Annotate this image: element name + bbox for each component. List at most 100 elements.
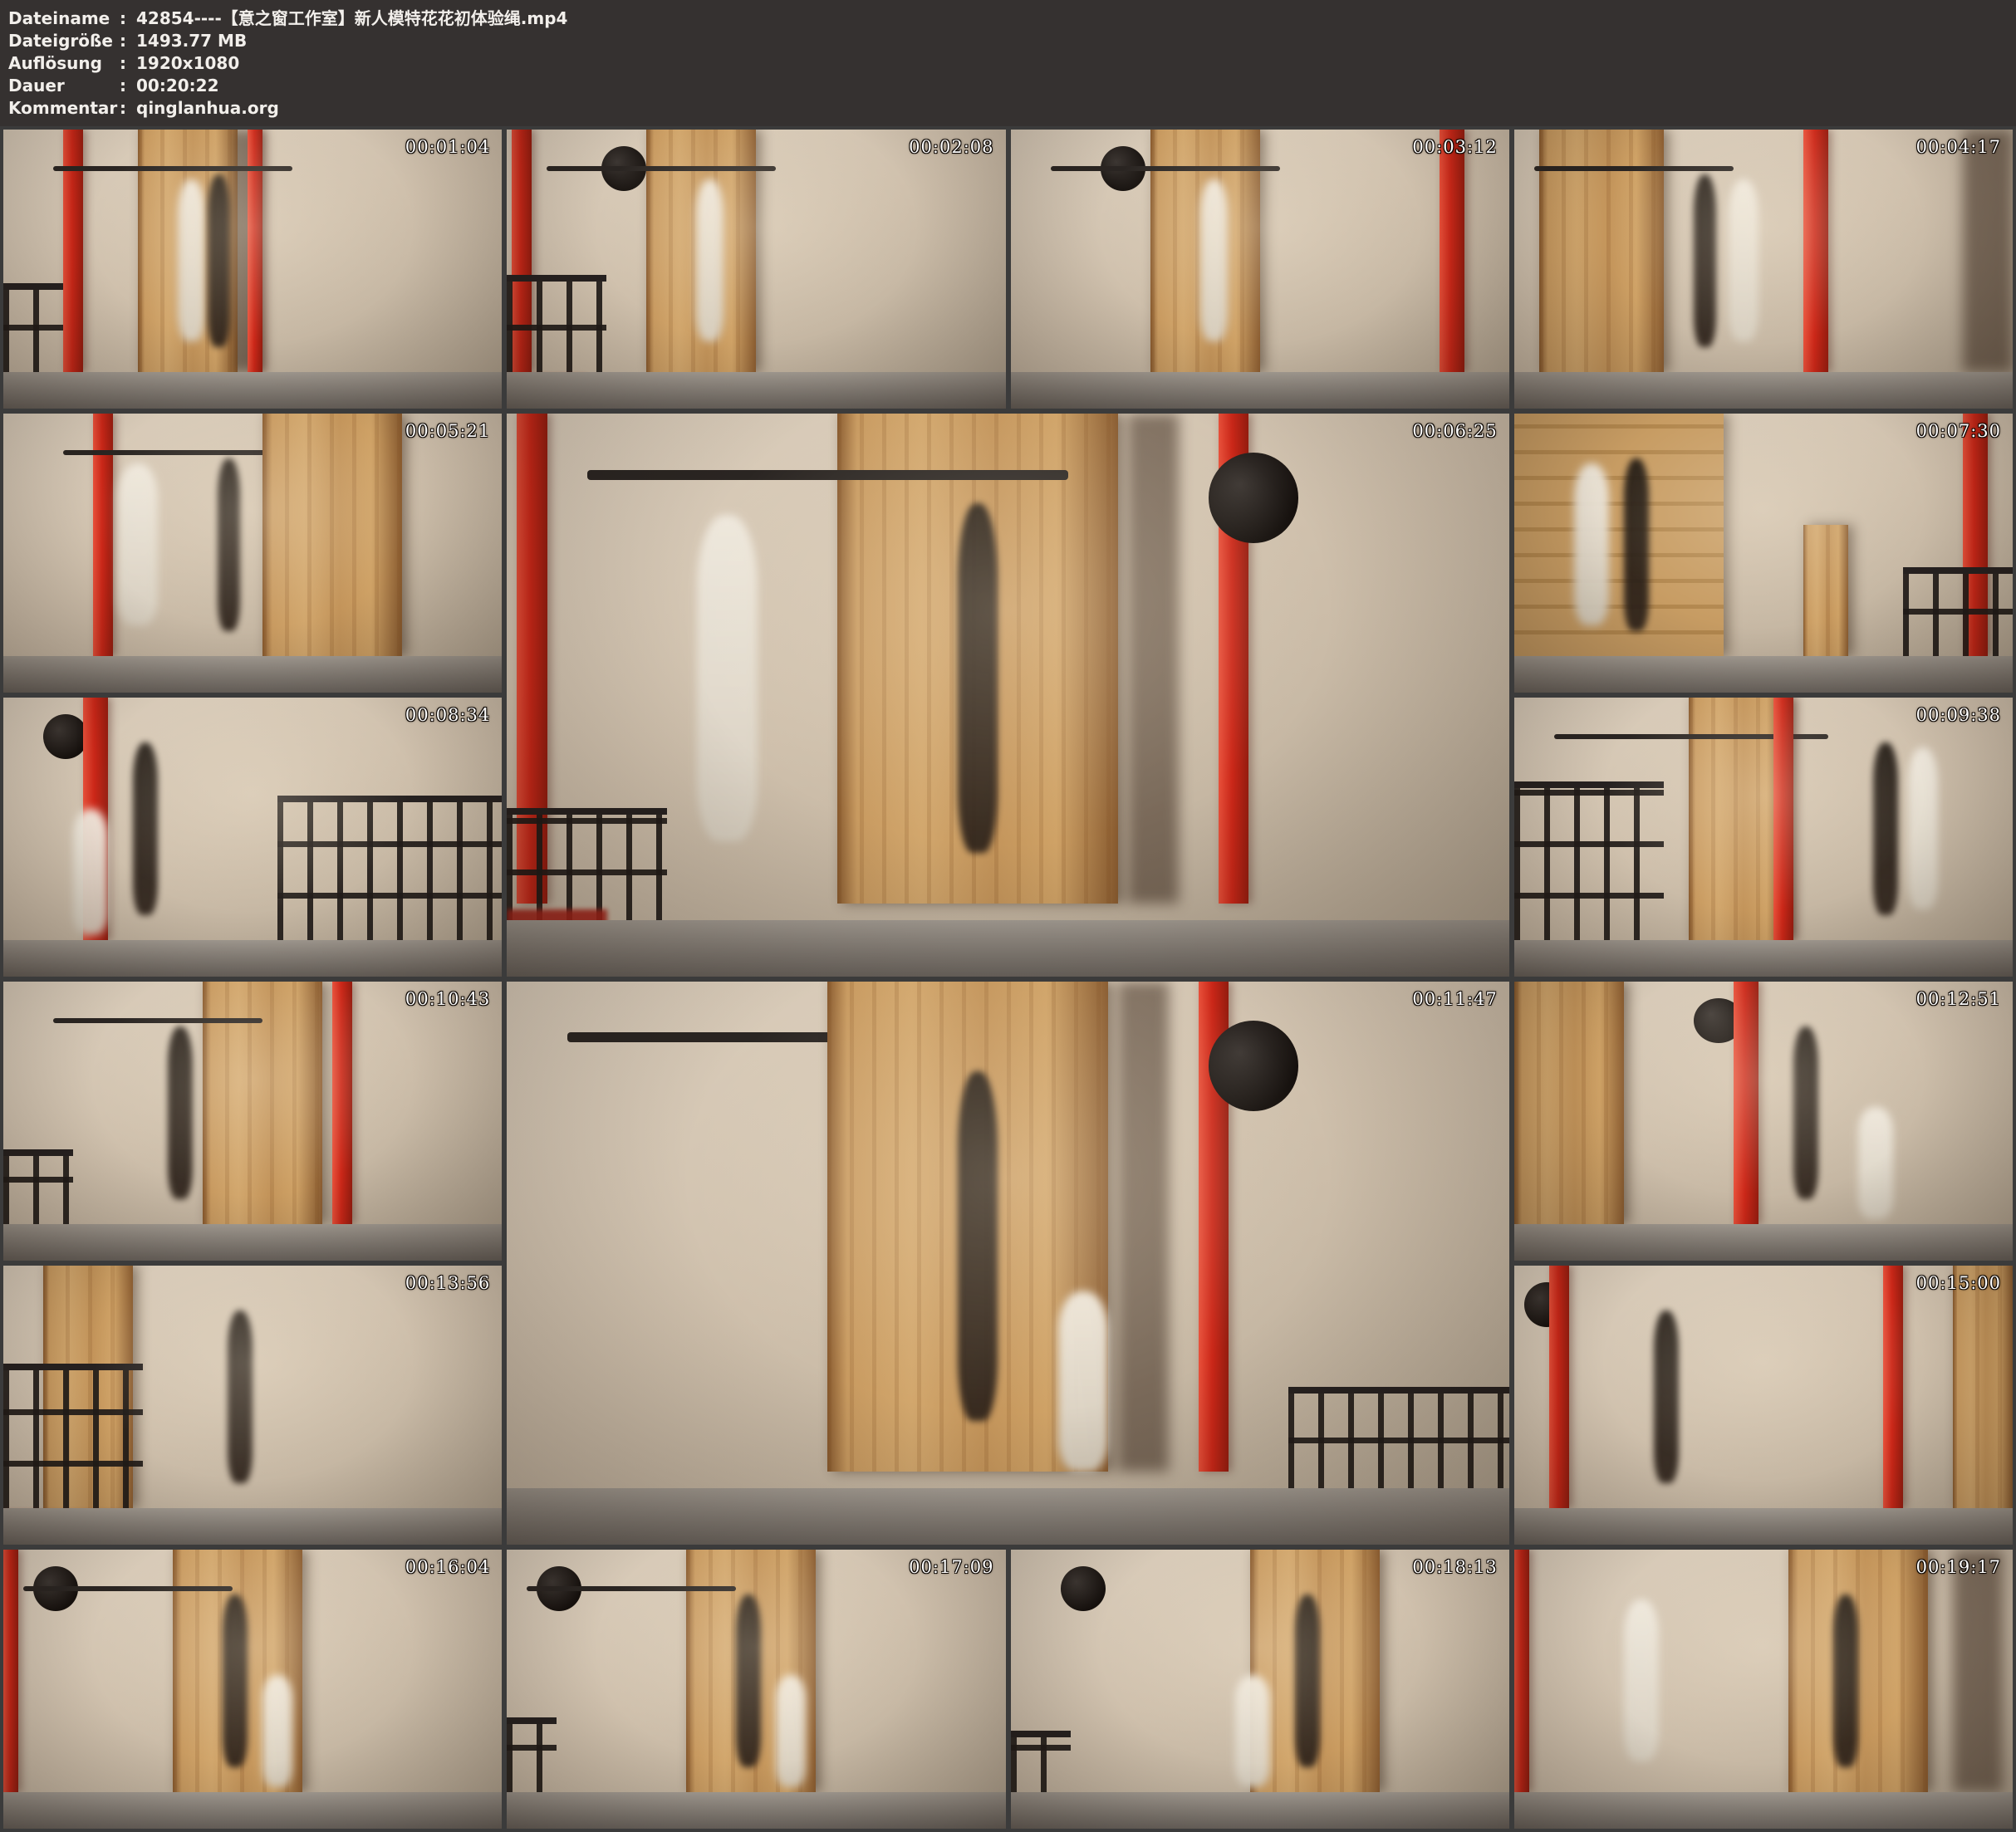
scene-figure-silhouette [736,1594,761,1767]
video-thumbnail: 00:09:38 [1514,698,2013,977]
scene-figure-silhouette-light [1235,1675,1270,1786]
contact-sheet-grid: 00:01:0400:02:0800:03:1200:04:1700:05:21… [0,126,2016,1832]
scene-figure-silhouette-light [697,515,757,841]
scene-barbell-disc [1209,1021,1299,1110]
scene-red-pillar [1514,1550,1529,1792]
scene-floor [1514,940,2013,977]
scene-figure-silhouette-light [776,1675,806,1786]
scene-cage-frame [1514,781,1664,950]
scene-figure-silhouette-light [178,179,205,341]
scene-figure-silhouette [1654,1310,1679,1483]
timestamp-label: 00:15:00 [1916,1273,2001,1293]
scene-floor [1011,372,1509,409]
scene-wood-slats [1514,414,1724,656]
meta-separator: : [120,52,126,75]
scene-cage-frame [3,1149,73,1234]
meta-value-filesize: 1493.77 MB [136,30,247,52]
scene-figure-silhouette-light [73,809,108,934]
scene-figure-silhouette-light [696,179,724,341]
scene-red-pillar [1803,130,1828,372]
meta-label: Auflösung [8,52,120,75]
video-thumbnail: 00:06:25 [507,414,1509,977]
scene-cage-frame [3,283,63,382]
scene-figure-silhouette-light [1729,179,1758,341]
scene-barbell-bar [53,1018,262,1023]
scene-floor [3,656,502,693]
scene-red-pillar [1883,1266,1903,1508]
scene-shadow [1118,982,1168,1472]
scene-barbell-bar [53,166,292,171]
scene-floor [3,1792,502,1829]
scene-figure-silhouette [958,1071,998,1420]
scene-cage-frame [507,1717,557,1802]
scene-barbell-bar [527,1586,736,1591]
scene-figure-silhouette [1624,458,1649,631]
scene-figure-silhouette-light [1624,1599,1659,1761]
video-thumbnail: 00:13:56 [3,1266,502,1545]
video-thumbnail: 00:07:30 [1514,414,2013,693]
timestamp-label: 00:16:04 [405,1557,490,1577]
scene-wood-panel [1803,525,1848,656]
scene-figure-silhouette-light [1908,747,1938,909]
scene-figure-silhouette-light [1574,463,1609,625]
video-thumbnail: 00:04:17 [1514,130,2013,409]
meta-separator: : [120,30,126,52]
scene-figure-silhouette [1295,1594,1320,1767]
meta-label: Dauer [8,75,120,97]
scene-floor [3,940,502,977]
scene-figure-silhouette [1694,174,1716,347]
video-thumbnail: 00:16:04 [3,1550,502,1829]
scene-figure-silhouette [958,503,998,852]
scene-floor [3,372,502,409]
video-thumbnail: 00:15:00 [1514,1266,2013,1545]
scene-shadow [1128,414,1178,904]
scene-figure-silhouette [1833,1594,1858,1767]
scene-red-pillar [1549,1266,1569,1508]
scene-floor [1514,1792,2013,1829]
scene-floor [3,1508,502,1545]
scene-floor [507,920,1509,977]
scene-figure-silhouette-light [1058,1291,1108,1472]
meta-value-duration: 00:20:22 [136,75,219,97]
scene-figure-silhouette-light [1858,1107,1893,1218]
scene-barbell-bar [63,450,272,455]
scene-figure-silhouette-light [262,1675,292,1786]
scene-figure-silhouette [223,1594,248,1767]
timestamp-label: 00:09:38 [1916,705,2001,725]
page: { "header": { "separator": ":", "rows": … [0,0,2016,1832]
file-meta-row-filename: Dateiname:42854----【意之窗工作室】新人模特花花初体验绳.mp… [8,7,2016,30]
timestamp-label: 00:05:21 [405,421,490,441]
scene-wood-panel [1953,1266,2013,1508]
timestamp-label: 00:19:17 [1916,1557,2001,1577]
timestamp-label: 00:18:13 [1412,1557,1497,1577]
timestamp-label: 00:12:51 [1916,989,2001,1009]
scene-cage-frame [507,275,606,382]
scene-shadow [1963,130,2013,372]
meta-value-filename: 42854----【意之窗工作室】新人模特花花初体验绳.mp4 [136,7,567,30]
scene-barbell-bar [1051,166,1280,171]
video-thumbnail: 00:19:17 [1514,1550,2013,1829]
scene-figure-silhouette [218,458,240,631]
timestamp-label: 00:17:09 [909,1557,993,1577]
video-thumbnail: 00:03:12 [1011,130,1509,409]
file-info-header: Dateiname:42854----【意之窗工作室】新人模特花花初体验绳.mp… [0,0,2016,126]
timestamp-label: 00:10:43 [405,989,490,1009]
scene-floor [1011,1792,1509,1829]
scene-figure-silhouette [208,174,230,347]
scene-floor [1514,1508,2013,1545]
scene-barbell-disc [1061,1566,1106,1611]
video-thumbnail: 00:12:51 [1514,982,2013,1261]
timestamp-label: 00:08:34 [405,705,490,725]
scene-figure-silhouette [133,742,158,915]
scene-figure-silhouette-light [118,463,158,625]
meta-label: Dateiname [8,7,120,30]
video-thumbnail: 00:08:34 [3,698,502,977]
video-thumbnail: 00:10:43 [3,982,502,1261]
video-thumbnail: 00:02:08 [507,130,1005,409]
timestamp-label: 00:06:25 [1412,421,1497,441]
scene-floor [1514,1224,2013,1261]
scene-red-pillar [1734,982,1758,1224]
timestamp-label: 00:03:12 [1412,137,1497,157]
timestamp-label: 00:07:30 [1916,421,2001,441]
scene-floor [3,1224,502,1261]
